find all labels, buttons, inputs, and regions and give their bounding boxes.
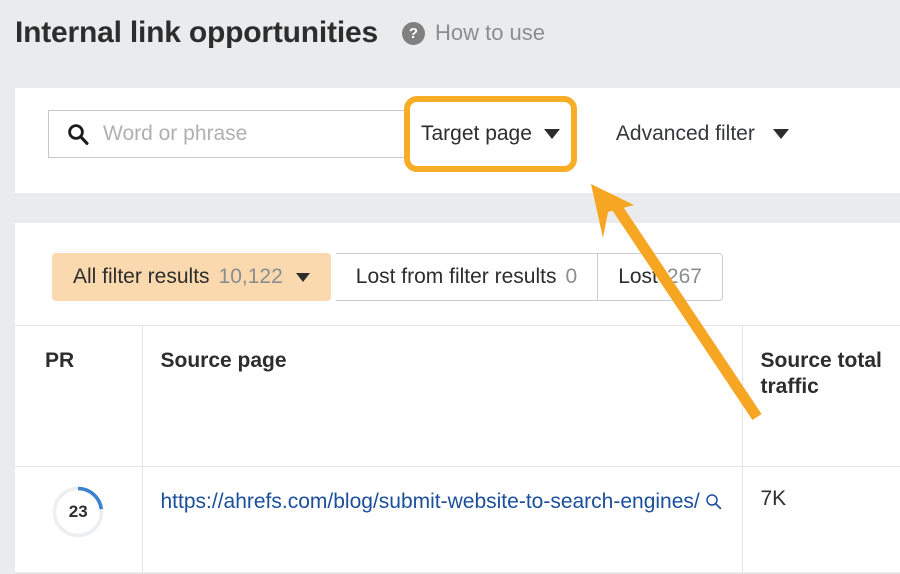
question-mark-icon: ?: [402, 22, 425, 45]
column-header-label: Source page: [143, 326, 742, 374]
how-to-use-link[interactable]: ? How to use: [402, 20, 545, 46]
tab-count: 267: [667, 265, 702, 289]
search-icon: [67, 123, 89, 145]
target-page-dropdown[interactable]: Target page: [417, 110, 564, 158]
tab-count: 10,122: [219, 265, 283, 289]
tab-all-filter-results[interactable]: All filter results 10,122: [52, 253, 331, 301]
search-input[interactable]: Word or phrase: [48, 110, 405, 158]
page-header: Internal link opportunities ? How to use: [15, 16, 545, 50]
pr-gauge: 23: [15, 467, 142, 539]
search-placeholder: Word or phrase: [103, 122, 247, 146]
tab-lost[interactable]: Lost 267: [598, 253, 723, 301]
column-header-label: Source total traffic: [743, 326, 900, 399]
tab-label: Lost from filter results: [356, 265, 557, 289]
tab-label: All filter results: [73, 265, 210, 289]
target-page-dropdown-wrapper: Target page: [417, 110, 564, 158]
target-page-label: Target page: [421, 122, 532, 146]
tab-lost-from-filter-results[interactable]: Lost from filter results 0: [336, 253, 598, 301]
chevron-down-icon: [296, 273, 310, 282]
advanced-filter-label: Advanced filter: [616, 122, 755, 146]
filter-row: Word or phrase Target page Advanced filt…: [48, 110, 789, 158]
cell-source-total-traffic: 7K: [742, 467, 900, 574]
chevron-down-icon: [544, 129, 560, 139]
source-total-traffic-value: 7K: [761, 487, 787, 510]
cell-pr: 23: [15, 467, 142, 574]
table-row: 23 https://ahrefs.com/blog/submit-websit…: [15, 467, 900, 574]
tab-count: 0: [566, 265, 578, 289]
page-title: Internal link opportunities: [15, 16, 378, 50]
column-header-label: PR: [15, 326, 142, 374]
filter-results-tabs: All filter results 10,122 Lost from filt…: [52, 253, 723, 301]
column-header-source-page[interactable]: Source page: [142, 326, 742, 467]
tab-label: Lost: [618, 265, 658, 289]
results-table: PR Source page Source total traffic: [15, 325, 900, 574]
results-panel: All filter results 10,122 Lost from filt…: [15, 223, 900, 572]
column-header-pr[interactable]: PR: [15, 326, 142, 467]
advanced-filter-dropdown[interactable]: Advanced filter: [616, 122, 789, 146]
filter-panel: Word or phrase Target page Advanced filt…: [15, 88, 900, 193]
cell-source-page: https://ahrefs.com/blog/submit-website-t…: [142, 467, 742, 574]
magnifier-icon[interactable]: [705, 493, 722, 515]
pr-value: 23: [51, 485, 105, 539]
column-header-source-total-traffic[interactable]: Source total traffic: [742, 326, 900, 467]
table-header-row: PR Source page Source total traffic: [15, 326, 900, 467]
how-to-use-label: How to use: [435, 20, 545, 46]
chevron-down-icon: [773, 129, 789, 139]
source-page-link[interactable]: https://ahrefs.com/blog/submit-website-t…: [161, 490, 700, 513]
